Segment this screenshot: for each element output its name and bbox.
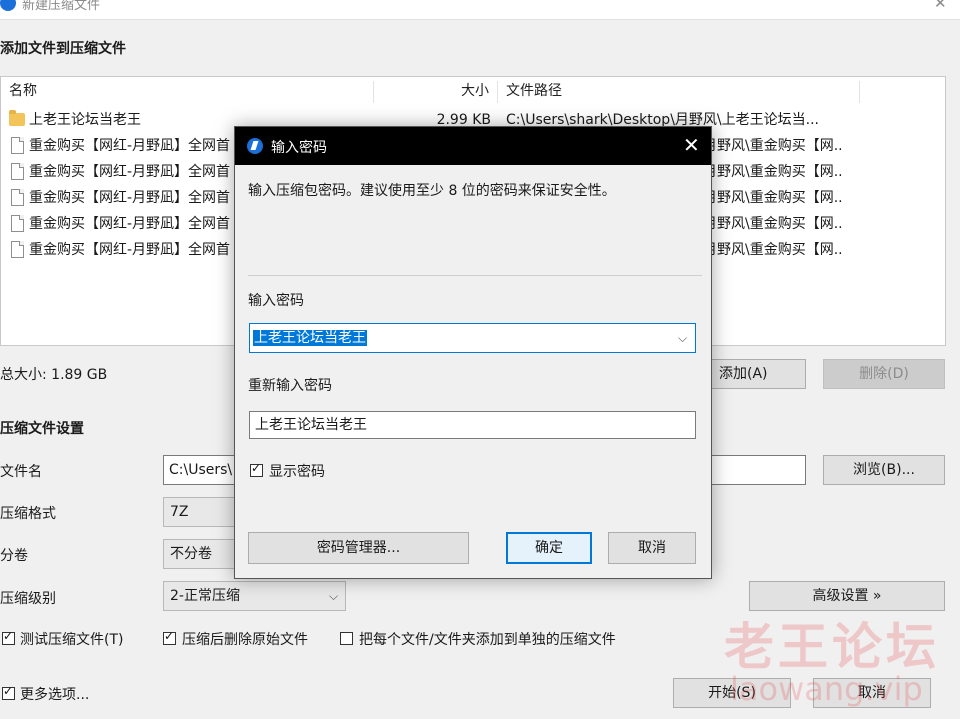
app-logo-icon	[0, 0, 16, 11]
file-icon	[11, 189, 24, 206]
file-icon	[11, 137, 24, 154]
row-path: 月野风\重金购买【网...	[703, 216, 843, 232]
delete-after-label[interactable]: 压缩后删除原始文件	[182, 629, 308, 649]
app-logo-icon	[247, 138, 263, 154]
row-path: 月野风\重金购买【网...	[703, 242, 843, 258]
row-name: 重金购买【网红-月野凪】全网首	[29, 164, 231, 180]
window-close-icon[interactable]: ✕	[934, 0, 947, 12]
total-size-text: 总大小: 1.89 GB	[0, 367, 108, 383]
format-label: 压缩格式	[0, 506, 56, 522]
watermark-site: laowang.vip	[730, 670, 923, 708]
dialog-hint: 输入压缩包密码。建议使用至少 8 位的密码来保证安全性。	[248, 183, 616, 199]
window-title: 新建压缩文件	[22, 0, 101, 13]
more-options-label[interactable]: 更多选项...	[20, 684, 89, 704]
format-value: 7Z	[170, 504, 189, 520]
column-divider[interactable]	[373, 81, 374, 103]
ok-button[interactable]: 确定	[506, 532, 592, 564]
password-input[interactable]: 上老王论坛当老王 ⌵	[249, 323, 696, 353]
watermark-text: 老王论坛	[724, 618, 940, 676]
folder-icon	[9, 110, 25, 126]
dialog-titlebar: 输入密码 ✕	[235, 127, 711, 165]
row-name: 重金购买【网红-月野凪】全网首	[29, 190, 231, 206]
test-archive-checkbox[interactable]	[2, 629, 15, 645]
test-archive-label[interactable]: 测试压缩文件(T)	[20, 629, 123, 649]
column-divider[interactable]	[497, 81, 498, 103]
delete-button[interactable]: 删除(D)	[823, 359, 945, 389]
dialog-title: 输入密码	[271, 140, 327, 156]
more-options-checkbox[interactable]	[2, 684, 15, 700]
dialog-cancel-button[interactable]: 取消	[608, 532, 696, 564]
separate-archives-label[interactable]: 把每个文件/文件夹添加到单独的压缩文件	[359, 629, 616, 649]
add-files-heading: 添加文件到压缩文件	[0, 41, 126, 57]
row-path: 月野风\重金购买【网...	[703, 190, 843, 206]
chevron-down-icon[interactable]: ⌵	[678, 324, 687, 352]
column-header-path[interactable]: 文件路径	[506, 77, 562, 105]
show-password-label[interactable]: 显示密码	[269, 461, 325, 481]
password-manager-button[interactable]: 密码管理器...	[248, 532, 469, 564]
row-name: 重金购买【网红-月野凪】全网首	[29, 138, 231, 154]
column-header-name[interactable]: 名称	[9, 77, 37, 105]
row-path: 月野风\重金购买【网...	[703, 164, 843, 180]
column-divider[interactable]	[859, 81, 860, 103]
filename-label: 文件名	[0, 464, 42, 480]
confirm-password-label: 重新输入密码	[248, 378, 332, 394]
password-label: 输入密码	[248, 293, 304, 309]
file-icon	[11, 215, 24, 232]
column-header-size[interactable]: 大小	[461, 77, 489, 105]
browse-button[interactable]: 浏览(B)...	[823, 455, 945, 485]
row-path: 月野风\重金购买【网...	[703, 138, 843, 154]
file-icon	[11, 163, 24, 180]
show-password-checkbox[interactable]	[250, 461, 263, 477]
file-icon	[11, 241, 24, 258]
delete-after-checkbox[interactable]	[163, 629, 176, 645]
window-titlebar: 新建压缩文件 ✕	[0, 0, 960, 20]
level-value: 2-正常压缩	[170, 588, 240, 604]
row-name: 重金购买【网红-月野凪】全网首	[29, 216, 231, 232]
add-button[interactable]: 添加(A)	[704, 359, 806, 389]
confirm-password-input[interactable]: 上老王论坛当老王	[249, 411, 696, 439]
level-select[interactable]: 2-正常压缩 ⌵	[163, 581, 346, 611]
compress-settings-heading: 压缩文件设置	[0, 421, 84, 437]
password-value: 上老王论坛当老王	[253, 330, 367, 346]
separate-archives-checkbox[interactable]	[340, 632, 353, 645]
level-label: 压缩级别	[0, 591, 56, 607]
volume-value: 不分卷	[170, 546, 212, 562]
dialog-divider	[248, 275, 702, 276]
password-dialog: 输入密码 ✕ 输入压缩包密码。建议使用至少 8 位的密码来保证安全性。 输入密码…	[234, 126, 712, 579]
row-name: 重金购买【网红-月野凪】全网首	[29, 242, 231, 258]
close-icon[interactable]: ✕	[683, 134, 700, 156]
chevron-down-icon: ⌵	[329, 589, 339, 603]
volume-label: 分卷	[0, 548, 28, 564]
